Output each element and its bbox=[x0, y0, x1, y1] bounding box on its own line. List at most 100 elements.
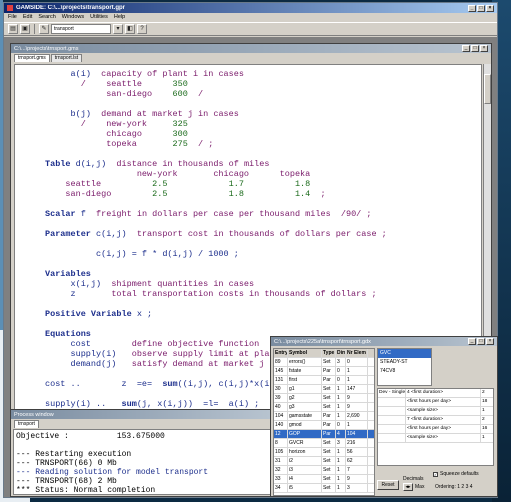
table-row[interactable]: 31 i2 Set 1 62 bbox=[274, 457, 374, 466]
editor-maximize-button[interactable]: □ bbox=[471, 45, 479, 52]
table-row[interactable]: 105 horizon Set 1 56 bbox=[274, 448, 374, 457]
gdx-close-button[interactable]: × bbox=[486, 338, 494, 345]
table-row[interactable]: <first hours per day> 18 bbox=[378, 398, 493, 407]
editor-close-button[interactable]: × bbox=[480, 45, 488, 52]
code-line: san-diego 600 / bbox=[45, 89, 203, 99]
menu-edit[interactable]: Edit bbox=[23, 14, 32, 21]
column-header[interactable]: Symbol bbox=[288, 349, 322, 357]
table-row[interactable]: 12 GOP Par 4 104 bbox=[274, 430, 374, 439]
project-selector[interactable]: transport bbox=[51, 24, 111, 34]
gams-ide-window: GAMSIDE: C:\...\projects\transport.gpr _… bbox=[3, 2, 498, 498]
gdx-title-bar: C:\...\projects\225a\trnsport\trnsport.g… bbox=[271, 337, 497, 346]
table-row[interactable]: 30 g1 Set 1 147 bbox=[274, 385, 374, 394]
editor-tabs: trnsport.gms trnsport.lst bbox=[11, 53, 491, 62]
table-cell: 1 bbox=[346, 376, 368, 384]
column-header[interactable]: Entry bbox=[274, 349, 288, 357]
table-row[interactable]: Dev - Single 4 <first duration> 2 bbox=[378, 389, 493, 398]
code-token: / ; bbox=[187, 139, 214, 149]
editor-title-bar: C:\...\projects\trnsport.gms _ □ × bbox=[11, 44, 491, 53]
gdx-icon[interactable]: ◧ bbox=[125, 24, 135, 34]
table-cell: g1 bbox=[288, 385, 322, 393]
table-cell: 18 bbox=[482, 399, 488, 404]
log-output: Objective : 153.675000 --- Restarting exe… bbox=[13, 429, 272, 495]
list-item[interactable]: GVC bbox=[378, 349, 431, 358]
table-row[interactable]: 8 GVCR Set 3 216 bbox=[274, 439, 374, 448]
table-row[interactable]: 89 errors() Set 3 0 bbox=[274, 358, 374, 367]
column-header[interactable]: Type bbox=[322, 349, 336, 357]
column-header[interactable]: Dim bbox=[336, 349, 346, 357]
table-cell: i3 bbox=[288, 466, 322, 474]
code-token: demand at market j in cases bbox=[101, 109, 239, 119]
table-cell: 89 bbox=[274, 358, 288, 366]
table-cell: 9 bbox=[346, 394, 368, 402]
menu-utilities[interactable]: Utilities bbox=[90, 14, 108, 21]
squeeze-defaults-checkbox[interactable]: ✓ bbox=[433, 472, 438, 477]
code-token: / bbox=[187, 89, 204, 99]
element-data-table[interactable]: Dev - Single 4 <first duration> 2 <first ho… bbox=[377, 388, 494, 466]
table-row[interactable]: 145 fstate Par 0 1 bbox=[274, 367, 374, 376]
minimize-button[interactable]: _ bbox=[468, 4, 476, 12]
code-token: new-york chicago topeka bbox=[45, 169, 311, 179]
table-cell: Par bbox=[322, 421, 336, 429]
gdx-minimize-button[interactable]: _ bbox=[468, 338, 476, 345]
table-row[interactable]: <sample size> 1 bbox=[378, 407, 493, 416]
table-row[interactable]: 140 gmod Par 0 1 bbox=[274, 421, 374, 430]
code-line: Scalar f freight in dollars per case per… bbox=[45, 209, 371, 219]
table-row[interactable]: <sample size> 1 bbox=[378, 434, 493, 443]
symbol-table[interactable]: Entry Symbol Type Dim Nr Elem 89 errors() Set 3 0… bbox=[273, 348, 375, 496]
table-row[interactable]: 34 i5 Set 1 3 bbox=[274, 484, 374, 493]
code-token: distance in thousands of miles bbox=[116, 159, 270, 169]
process-tabs: trnsport bbox=[11, 419, 274, 428]
table-cell: errors() bbox=[288, 358, 322, 366]
table-cell bbox=[378, 407, 406, 415]
code-line: Variables bbox=[45, 269, 91, 279]
tab-trnsport-gms[interactable]: trnsport.gms bbox=[14, 54, 50, 62]
reset-button[interactable]: Reset bbox=[377, 480, 399, 490]
menu-file[interactable]: File bbox=[8, 14, 17, 21]
tab-trnsport-lst[interactable]: trnsport.lst bbox=[50, 54, 83, 62]
table-row[interactable]: 39 g2 Set 1 9 bbox=[274, 394, 374, 403]
table-row[interactable]: 40 g3 Set 1 9 bbox=[274, 403, 374, 412]
help-icon[interactable]: ? bbox=[137, 24, 147, 34]
editor-minimize-button[interactable]: _ bbox=[462, 45, 470, 52]
menu-help[interactable]: Help bbox=[114, 14, 125, 21]
table-row[interactable]: 7 <first duration> 2 bbox=[378, 416, 493, 425]
gdx-maximize-button[interactable]: □ bbox=[477, 338, 485, 345]
list-item[interactable]: 74CV8 bbox=[378, 367, 431, 376]
table-row[interactable]: <first hours per day> 16 bbox=[378, 425, 493, 434]
process-title: Process window bbox=[14, 411, 54, 418]
scrollbar-thumb[interactable] bbox=[484, 74, 491, 104]
close-button[interactable]: × bbox=[486, 4, 494, 12]
maximize-button[interactable]: □ bbox=[477, 4, 485, 12]
table-cell: 3 bbox=[346, 484, 368, 492]
code-token: sum bbox=[162, 379, 178, 389]
decimals-stepper[interactable]: ◂▸ bbox=[403, 483, 413, 491]
save-icon[interactable]: ▣ bbox=[20, 24, 30, 34]
menu-search[interactable]: Search bbox=[38, 14, 55, 21]
table-row[interactable]: 33 i4 Set 1 9 bbox=[274, 475, 374, 484]
run-icon[interactable]: ✎ bbox=[39, 24, 49, 34]
menu-windows[interactable]: Windows bbox=[62, 14, 84, 21]
open-icon[interactable]: ▤ bbox=[8, 24, 18, 34]
list-item[interactable]: STEADY-ST bbox=[378, 358, 431, 367]
decimals-label: Decimals bbox=[403, 476, 424, 482]
code-line: b(j) demand at market j in cases bbox=[45, 109, 239, 119]
table-cell: gmod bbox=[288, 421, 322, 429]
table-cell bbox=[378, 425, 406, 433]
table-row[interactable]: 131 first Par 0 1 bbox=[274, 376, 374, 385]
symbol-element-list[interactable]: GVC STEADY-ST 74CV8 bbox=[377, 348, 432, 386]
tab-process-trnsport[interactable]: trnsport bbox=[14, 420, 39, 428]
model-library-icon[interactable]: ▾ bbox=[113, 24, 123, 34]
table-cell: Par bbox=[322, 376, 336, 384]
table-cell: i2 bbox=[288, 457, 322, 465]
table-row[interactable]: 104 gamsstate Par 1 2,690 bbox=[274, 412, 374, 421]
table-cell: horizon bbox=[288, 448, 322, 456]
column-header[interactable]: Nr Elem bbox=[346, 349, 368, 357]
code-line: cost define objective function bbox=[45, 339, 260, 349]
table-cell: 9 bbox=[346, 403, 368, 411]
table-row[interactable]: 32 i3 Set 1 7 bbox=[274, 466, 374, 475]
mdi-workspace: C:\...\projects\trnsport.gms _ □ × trnsp… bbox=[4, 37, 498, 497]
log-line: --- TRNSPORT(66) 0 Mb bbox=[16, 459, 117, 468]
process-title-bar: Process window bbox=[11, 410, 274, 419]
gdx-viewer-window: C:\...\projects\225a\trnsport\trnsport.g… bbox=[270, 336, 498, 497]
